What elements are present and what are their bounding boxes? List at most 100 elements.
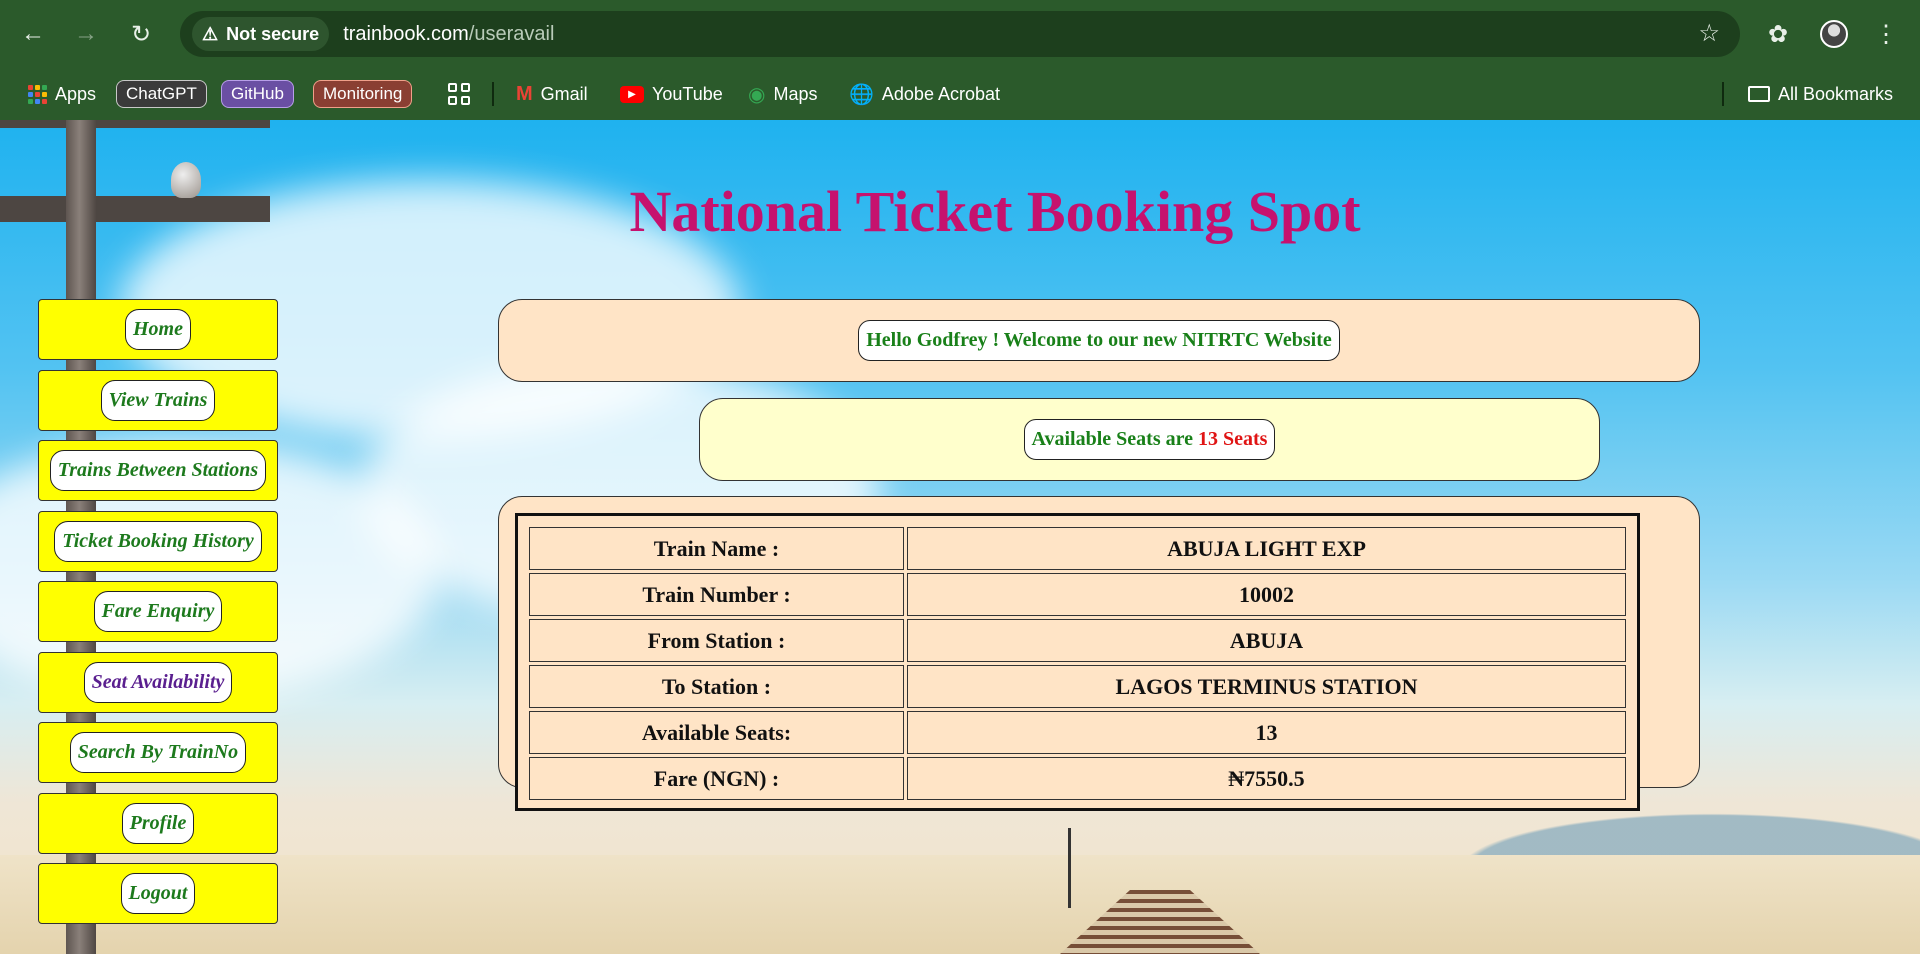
sidebar-item-search-by-trainno[interactable]: Search By TrainNo [38, 722, 278, 783]
nav-link-fare-enquiry[interactable]: Fare Enquiry [93, 591, 223, 632]
sidebar-item-fare-enquiry[interactable]: Fare Enquiry [38, 581, 278, 642]
sidebar-nav: Home View Trains Trains Between Stations… [38, 299, 278, 934]
site-info-chip[interactable]: ⚠ Not secure [192, 17, 330, 51]
browser-menu-button[interactable]: ⋮ [1866, 14, 1906, 54]
browser-toolbar: ← → ↻ ⚠ Not secure trainbook.com/userava… [0, 0, 1920, 68]
row-label: Fare (NGN) : [529, 757, 904, 800]
bookmark-chatgpt[interactable]: ChatGPT [116, 80, 207, 108]
sidebar-item-logout[interactable]: Logout [38, 863, 278, 924]
table-row: To Station : LAGOS TERMINUS STATION [529, 665, 1626, 708]
all-bookmarks-button[interactable]: All Bookmarks [1748, 78, 1893, 110]
table-row: Fare (NGN) : ₦7550.5 [529, 757, 1626, 800]
browser-chrome: ← → ↻ ⚠ Not secure trainbook.com/userava… [0, 0, 1920, 120]
bookmark-label: Adobe Acrobat [881, 83, 1000, 104]
row-value: ABUJA LIGHT EXP [907, 527, 1626, 570]
apps-grid-icon [28, 84, 47, 104]
sidebar-item-seat-availability[interactable]: Seat Availability [38, 651, 278, 713]
bookmark-label: All Bookmarks [1778, 83, 1894, 104]
avatar [1820, 20, 1848, 48]
arrow-right-icon: → [74, 20, 98, 47]
back-button[interactable]: ← [13, 14, 53, 54]
row-label: Train Number : [529, 573, 904, 616]
tab-groups-icon [448, 83, 470, 105]
arrow-left-icon: ← [21, 20, 45, 47]
url-host: trainbook.com [343, 22, 469, 45]
sidebar-item-ticket-booking-history[interactable]: Ticket Booking History [38, 510, 278, 572]
bookmark-label: Gmail [540, 83, 588, 104]
sidebar-item-view-trains[interactable]: View Trains [38, 369, 278, 431]
folder-icon [1748, 86, 1770, 102]
nav-link-home[interactable]: Home [125, 309, 191, 350]
bookmark-label: Apps [55, 83, 97, 104]
bookmark-separator [492, 82, 494, 106]
nav-link-view-trains[interactable]: View Trains [100, 379, 216, 421]
table-row: Train Name : ABUJA LIGHT EXP [529, 527, 1626, 570]
table-row: Train Number : 10002 [529, 573, 1626, 616]
bookmark-maps[interactable]: ◉ Maps [748, 78, 817, 110]
pole-crossbar-decoration [0, 120, 270, 128]
train-details-panel: Train Name : ABUJA LIGHT EXP Train Numbe… [498, 496, 1700, 811]
bookmark-label: Monitoring [323, 84, 403, 103]
url-path: /useravail [468, 22, 555, 45]
nav-link-ticket-booking-history[interactable]: Ticket Booking History [54, 520, 262, 562]
ground-decoration [0, 855, 1920, 954]
nav-link-logout[interactable]: Logout [120, 873, 196, 914]
row-value: ₦7550.5 [907, 757, 1626, 800]
available-seats-count: 13 Seats [1198, 428, 1268, 450]
url-text[interactable]: trainbook.com/useravail [343, 23, 554, 46]
row-label: Train Name : [529, 527, 904, 570]
bookmark-acrobat[interactable]: 🌐 Adobe Acrobat [849, 78, 1000, 110]
star-icon: ☆ [1698, 20, 1720, 47]
welcome-message: Hello Godfrey ! Welcome to our new NITRT… [858, 320, 1340, 361]
bookmark-label: ChatGPT [126, 84, 197, 103]
page-viewport: National Ticket Booking Spot Home View T… [0, 120, 1920, 954]
bookmark-separator [1722, 82, 1724, 106]
reload-icon: ↻ [130, 20, 152, 48]
nav-link-trains-between-stations[interactable]: Trains Between Stations [49, 450, 267, 491]
profile-button[interactable] [1814, 14, 1854, 54]
row-label: To Station : [529, 665, 904, 708]
bookmark-label: YouTube [652, 83, 723, 104]
sidebar-item-profile[interactable]: Profile [38, 792, 278, 854]
sidebar-item-trains-between-stations[interactable]: Trains Between Stations [38, 440, 278, 501]
kebab-menu-icon: ⋮ [1874, 20, 1898, 48]
forward-button[interactable]: → [66, 14, 106, 54]
leaf-icon: ✿ [1767, 20, 1789, 48]
nav-link-search-by-trainno[interactable]: Search By TrainNo [69, 732, 247, 773]
nav-link-seat-availability[interactable]: Seat Availability [83, 661, 233, 703]
bookmark-apps[interactable]: Apps [28, 78, 96, 110]
reload-button[interactable]: ↻ [121, 14, 161, 54]
bookmark-youtube[interactable]: ▶ YouTube [620, 78, 723, 110]
row-label: Available Seats: [529, 711, 904, 754]
bookmark-tab-groups[interactable] [448, 78, 470, 110]
extension-button[interactable]: ✿ [1758, 14, 1798, 54]
row-label: From Station : [529, 619, 904, 662]
security-label: Not secure [226, 23, 320, 44]
bookmark-monitoring[interactable]: Monitoring [313, 80, 413, 108]
gmail-icon: M [516, 82, 533, 105]
page-title: National Ticket Booking Spot [629, 179, 1361, 244]
bookmark-github[interactable]: GitHub [221, 80, 294, 108]
globe-icon: 🌐 [849, 83, 874, 106]
availability-panel: Available Seats are 13 Seats [699, 398, 1600, 481]
bookmarks-bar: Apps ChatGPT GitHub Monitoring M Gmail ▶… [0, 68, 1920, 120]
maps-pin-icon: ◉ [748, 83, 766, 106]
address-bar[interactable]: ⚠ Not secure trainbook.com/useravail ☆ [180, 11, 1740, 57]
row-value: LAGOS TERMINUS STATION [907, 665, 1626, 708]
warning-triangle-icon: ⚠ [202, 23, 219, 44]
nav-link-profile[interactable]: Profile [121, 802, 195, 844]
bookmark-label: GitHub [231, 84, 284, 103]
row-value: 13 [907, 711, 1626, 754]
signal-post-decoration [1068, 828, 1071, 908]
sidebar-item-home[interactable]: Home [38, 299, 278, 360]
train-details-table: Train Name : ABUJA LIGHT EXP Train Numbe… [515, 513, 1640, 811]
table-row: Available Seats: 13 [529, 711, 1626, 754]
row-value: ABUJA [907, 619, 1626, 662]
availability-message: Available Seats are 13 Seats [1023, 419, 1276, 460]
availability-prefix: Available Seats are [1031, 428, 1193, 450]
table-row: From Station : ABUJA [529, 619, 1626, 662]
row-value: 10002 [907, 573, 1626, 616]
bookmark-label: Maps [773, 83, 818, 104]
bookmark-star-button[interactable]: ☆ [1698, 19, 1720, 48]
bookmark-gmail[interactable]: M Gmail [516, 78, 588, 110]
